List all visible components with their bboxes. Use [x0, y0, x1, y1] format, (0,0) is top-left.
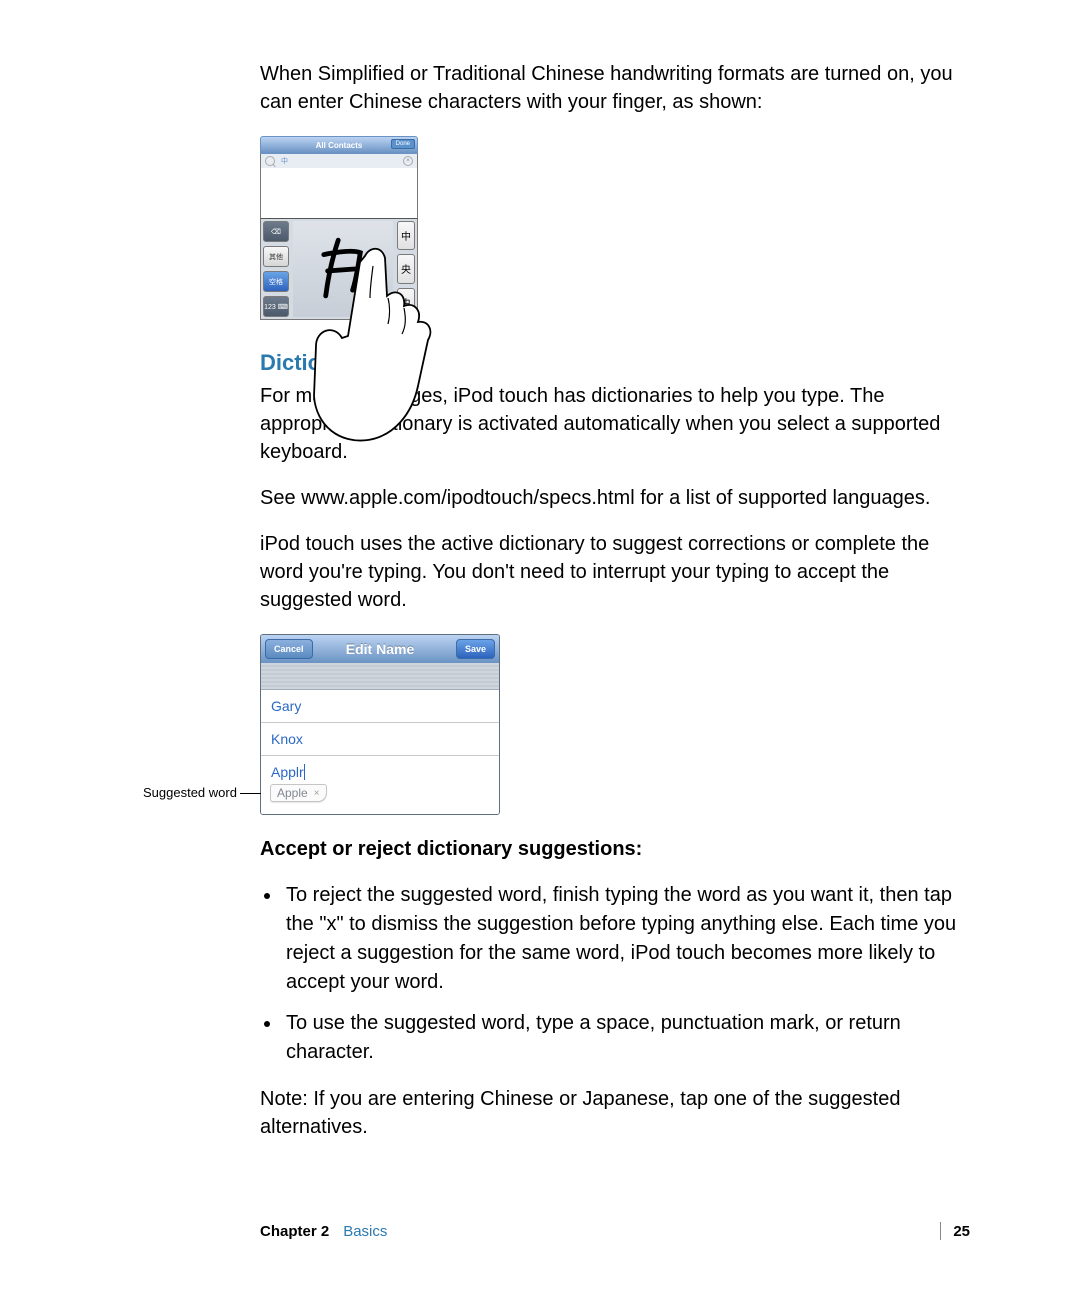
- section-label: Basics: [343, 1223, 387, 1240]
- other-key[interactable]: 其他: [263, 246, 289, 267]
- cancel-button[interactable]: Cancel: [265, 639, 313, 659]
- pinstripe-area: [261, 663, 499, 690]
- text-field[interactable]: Knox: [261, 723, 499, 756]
- editname-screenshot: Cancel Edit Name Save Gary Knox Applr Ap…: [260, 634, 500, 815]
- bullet-list: To reject the suggested word, finish typ…: [282, 881, 970, 1067]
- nav-title: Edit Name: [346, 641, 414, 657]
- left-keys: ⌫ 其他 空格 123 ⌨: [261, 219, 291, 319]
- search-icon: [265, 156, 275, 166]
- nav-bar: All Contacts Done: [260, 136, 418, 154]
- dismiss-x-icon[interactable]: ×: [314, 788, 320, 799]
- finger-illustration: [300, 226, 460, 446]
- search-text: 中: [281, 156, 288, 166]
- chapter-label: Chapter 2: [260, 1223, 329, 1240]
- clear-icon[interactable]: ×: [403, 156, 413, 166]
- backspace-key[interactable]: ⌫: [263, 221, 289, 242]
- page-footer: Chapter 2 Basics 25: [260, 1222, 970, 1240]
- save-button[interactable]: Save: [456, 639, 495, 659]
- document-page: When Simplified or Traditional Chinese h…: [0, 0, 1080, 1296]
- subheading: Accept or reject dictionary suggestions:: [260, 835, 970, 863]
- text-field[interactable]: Applr Apple ×: [261, 756, 499, 814]
- contact-list-area: [260, 168, 418, 218]
- nav-title: All Contacts: [316, 141, 363, 150]
- callout-label: Suggested word: [143, 785, 237, 800]
- nav-bar: Cancel Edit Name Save: [261, 635, 499, 663]
- list-item: To use the suggested word, type a space,…: [282, 1009, 970, 1067]
- handwriting-figure: All Contacts Done 中 × ⌫ 其他 空格 123 ⌨: [260, 136, 970, 320]
- handwriting-screenshot: All Contacts Done 中 × ⌫ 其他 空格 123 ⌨: [260, 136, 418, 320]
- footer-separator: [940, 1222, 941, 1240]
- body-text: iPod touch uses the active dictionary to…: [260, 530, 970, 614]
- text-cursor: [304, 764, 305, 780]
- note-text: Note: If you are entering Chinese or Jap…: [260, 1085, 970, 1141]
- body-text: See www.apple.com/ipodtouch/specs.html f…: [260, 484, 970, 512]
- body-text: When Simplified or Traditional Chinese h…: [260, 60, 970, 116]
- page-number: 25: [953, 1223, 970, 1240]
- suggestion-bubble[interactable]: Apple ×: [270, 784, 327, 802]
- url-text: www.apple.com/ipodtouch/specs.html: [301, 487, 635, 509]
- editname-figure: Suggested word Cancel Edit Name Save Gar…: [260, 634, 970, 815]
- list-item: To reject the suggested word, finish typ…: [282, 881, 970, 997]
- suggestion-word: Apple: [277, 786, 308, 800]
- done-button[interactable]: Done: [391, 139, 415, 149]
- text-field[interactable]: Gary: [261, 690, 499, 723]
- search-bar[interactable]: 中 ×: [260, 154, 418, 168]
- space-key[interactable]: 空格: [263, 271, 289, 292]
- num-key[interactable]: 123 ⌨: [263, 296, 289, 317]
